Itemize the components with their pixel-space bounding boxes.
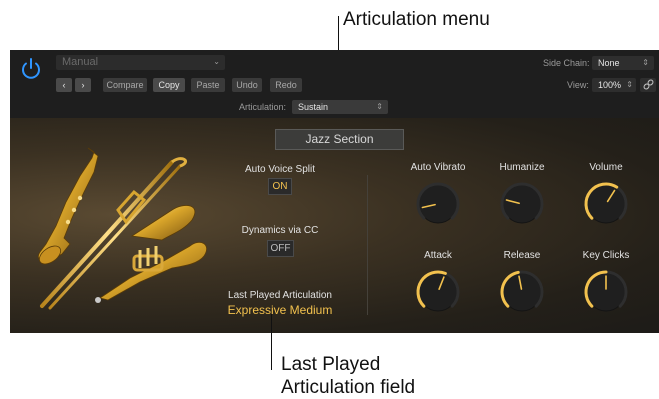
volume-knob-dial[interactable] xyxy=(576,158,636,230)
side-chain-menu[interactable]: None ⇕ xyxy=(592,56,654,70)
release-knob[interactable]: Release xyxy=(492,246,552,318)
callout-line-last-played xyxy=(271,314,272,370)
plugin-header: Manual ⌄ ‹ › Compare Copy Paste Undo Red… xyxy=(10,50,659,118)
updown-chevron-icon: ⇕ xyxy=(376,102,383,111)
auto-vibrato-knob-dial[interactable] xyxy=(408,158,468,230)
articulation-value: Sustain xyxy=(298,102,329,112)
view-zoom-menu[interactable]: 100% ⇕ xyxy=(592,78,636,92)
side-chain-label: Side Chain: xyxy=(543,58,590,68)
power-icon[interactable] xyxy=(19,57,43,81)
dynamics-via-cc-toggle[interactable]: OFF xyxy=(267,240,294,257)
side-chain-value: None xyxy=(598,58,620,68)
preset-dropdown[interactable]: Manual ⌄ xyxy=(56,55,225,70)
copy-button[interactable]: Copy xyxy=(153,78,185,92)
link-button[interactable] xyxy=(640,78,656,92)
auto-vibrato-knob[interactable]: Auto Vibrato xyxy=(408,158,468,230)
articulation-label: Articulation: xyxy=(239,102,287,112)
key-clicks-knob[interactable]: Key Clicks xyxy=(576,246,636,318)
preset-name-field: Jazz Section xyxy=(275,129,404,150)
updown-chevron-icon: ⇕ xyxy=(642,58,649,67)
release-knob-dial[interactable] xyxy=(492,246,552,318)
humanize-knob[interactable]: Humanize xyxy=(492,158,552,230)
attack-knob-dial[interactable] xyxy=(408,246,468,318)
compare-button[interactable]: Compare xyxy=(103,78,147,92)
preset-dropdown-value: Manual xyxy=(62,56,99,68)
previous-preset-button[interactable]: ‹ xyxy=(56,78,72,92)
section-divider xyxy=(367,175,368,315)
humanize-knob-dial[interactable] xyxy=(492,158,552,230)
link-icon xyxy=(643,79,654,92)
auto-voice-split-label: Auto Voice Split xyxy=(244,164,316,175)
key-clicks-knob-dial[interactable] xyxy=(576,246,636,318)
view-label: View: xyxy=(567,80,589,90)
auto-voice-split-toggle[interactable]: ON xyxy=(268,178,292,195)
instrument-panel: Jazz Section Auto Voice Split ON Dynamic… xyxy=(10,118,659,333)
chevron-down-icon: ⌄ xyxy=(213,57,220,66)
chevron-right-icon: › xyxy=(81,80,85,90)
callout-last-played-line1: Last Played xyxy=(281,354,381,375)
updown-chevron-icon: ⇕ xyxy=(626,80,633,89)
volume-knob[interactable]: Volume xyxy=(576,158,636,230)
attack-knob[interactable]: Attack xyxy=(408,246,468,318)
last-played-articulation-field: Expressive Medium xyxy=(227,303,333,317)
chevron-left-icon: ‹ xyxy=(62,80,66,90)
brass-instruments-image xyxy=(22,140,222,316)
next-preset-button[interactable]: › xyxy=(75,78,91,92)
dynamics-via-cc-label: Dynamics via CC xyxy=(241,225,319,236)
redo-button[interactable]: Redo xyxy=(270,78,302,92)
view-zoom-value: 100% xyxy=(598,80,622,90)
paste-button[interactable]: Paste xyxy=(191,78,225,92)
last-played-articulation-label: Last Played Articulation xyxy=(228,290,332,301)
articulation-menu[interactable]: Sustain ⇕ xyxy=(292,100,388,114)
callout-articulation-menu: Articulation menu xyxy=(343,9,490,30)
undo-button[interactable]: Undo xyxy=(232,78,262,92)
